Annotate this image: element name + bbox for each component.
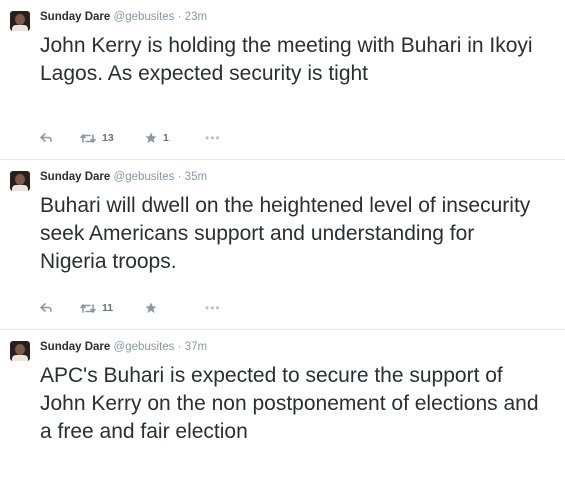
retweet-count: 13 (102, 132, 114, 144)
tweet-text: John Kerry is holding the meeting with B… (40, 34, 533, 85)
tweet-header: Sunday Dare @gebusites · 23m (40, 10, 207, 24)
more-dots-icon: ••• (205, 131, 221, 145)
tweet[interactable]: Sunday Dare @gebusites · 23m John Kerry … (0, 0, 565, 160)
avatar-shirt (12, 25, 28, 31)
retweet-button[interactable]: 13 (80, 132, 145, 144)
avatar-face (15, 14, 25, 25)
favorite-button[interactable]: 1 (145, 132, 205, 144)
tweet-actions: 13 1 ••• (40, 130, 221, 146)
avatar[interactable] (10, 11, 30, 31)
more-button[interactable]: ••• (205, 131, 221, 145)
tweet-actions: 11 ••• (40, 300, 221, 316)
tweet-timestamp[interactable]: 23m (185, 11, 207, 23)
tweet-timestamp[interactable]: 37m (185, 341, 207, 353)
favorite-count: 1 (163, 132, 169, 144)
tweet[interactable]: Sunday Dare @gebusites · 37m APC's Buhar… (0, 330, 565, 491)
retweet-arrows-icon (80, 133, 96, 143)
author-handle[interactable]: @gebusites (114, 171, 175, 183)
avatar-face (15, 174, 25, 185)
retweet-count: 11 (102, 302, 114, 314)
reply-arrow-icon (40, 303, 52, 312)
reply-button[interactable] (40, 133, 80, 143)
separator-dot: · (177, 341, 182, 353)
separator-dot: · (177, 171, 182, 183)
separator-dot: · (177, 11, 182, 23)
avatar-face (15, 344, 25, 355)
author-name[interactable]: Sunday Dare (40, 341, 110, 353)
tweet[interactable]: Sunday Dare @gebusites · 35m Buhari will… (0, 160, 565, 330)
avatar[interactable] (10, 171, 30, 191)
star-icon (145, 132, 157, 143)
reply-arrow-icon (40, 133, 52, 142)
author-handle[interactable]: @gebusites (114, 11, 175, 23)
author-name[interactable]: Sunday Dare (40, 171, 110, 183)
more-button[interactable]: ••• (205, 301, 221, 315)
more-dots-icon: ••• (205, 301, 221, 315)
tweet-timestamp[interactable]: 35m (185, 171, 207, 183)
retweet-arrows-icon (80, 303, 96, 313)
tweet-header: Sunday Dare @gebusites · 35m (40, 170, 207, 184)
tweet-text: APC's Buhari is expected to secure the s… (40, 364, 539, 443)
tweet-text: Buhari will dwell on the heightened leve… (40, 194, 531, 273)
author-name[interactable]: Sunday Dare (40, 11, 110, 23)
avatar-shirt (12, 185, 28, 191)
avatar[interactable] (10, 341, 30, 361)
retweet-button[interactable]: 11 (80, 302, 145, 314)
favorite-button[interactable] (145, 302, 205, 314)
author-handle[interactable]: @gebusites (114, 341, 175, 353)
avatar-shirt (12, 355, 28, 361)
tweet-header: Sunday Dare @gebusites · 37m (40, 340, 207, 354)
reply-button[interactable] (40, 303, 80, 313)
star-icon (145, 302, 157, 313)
